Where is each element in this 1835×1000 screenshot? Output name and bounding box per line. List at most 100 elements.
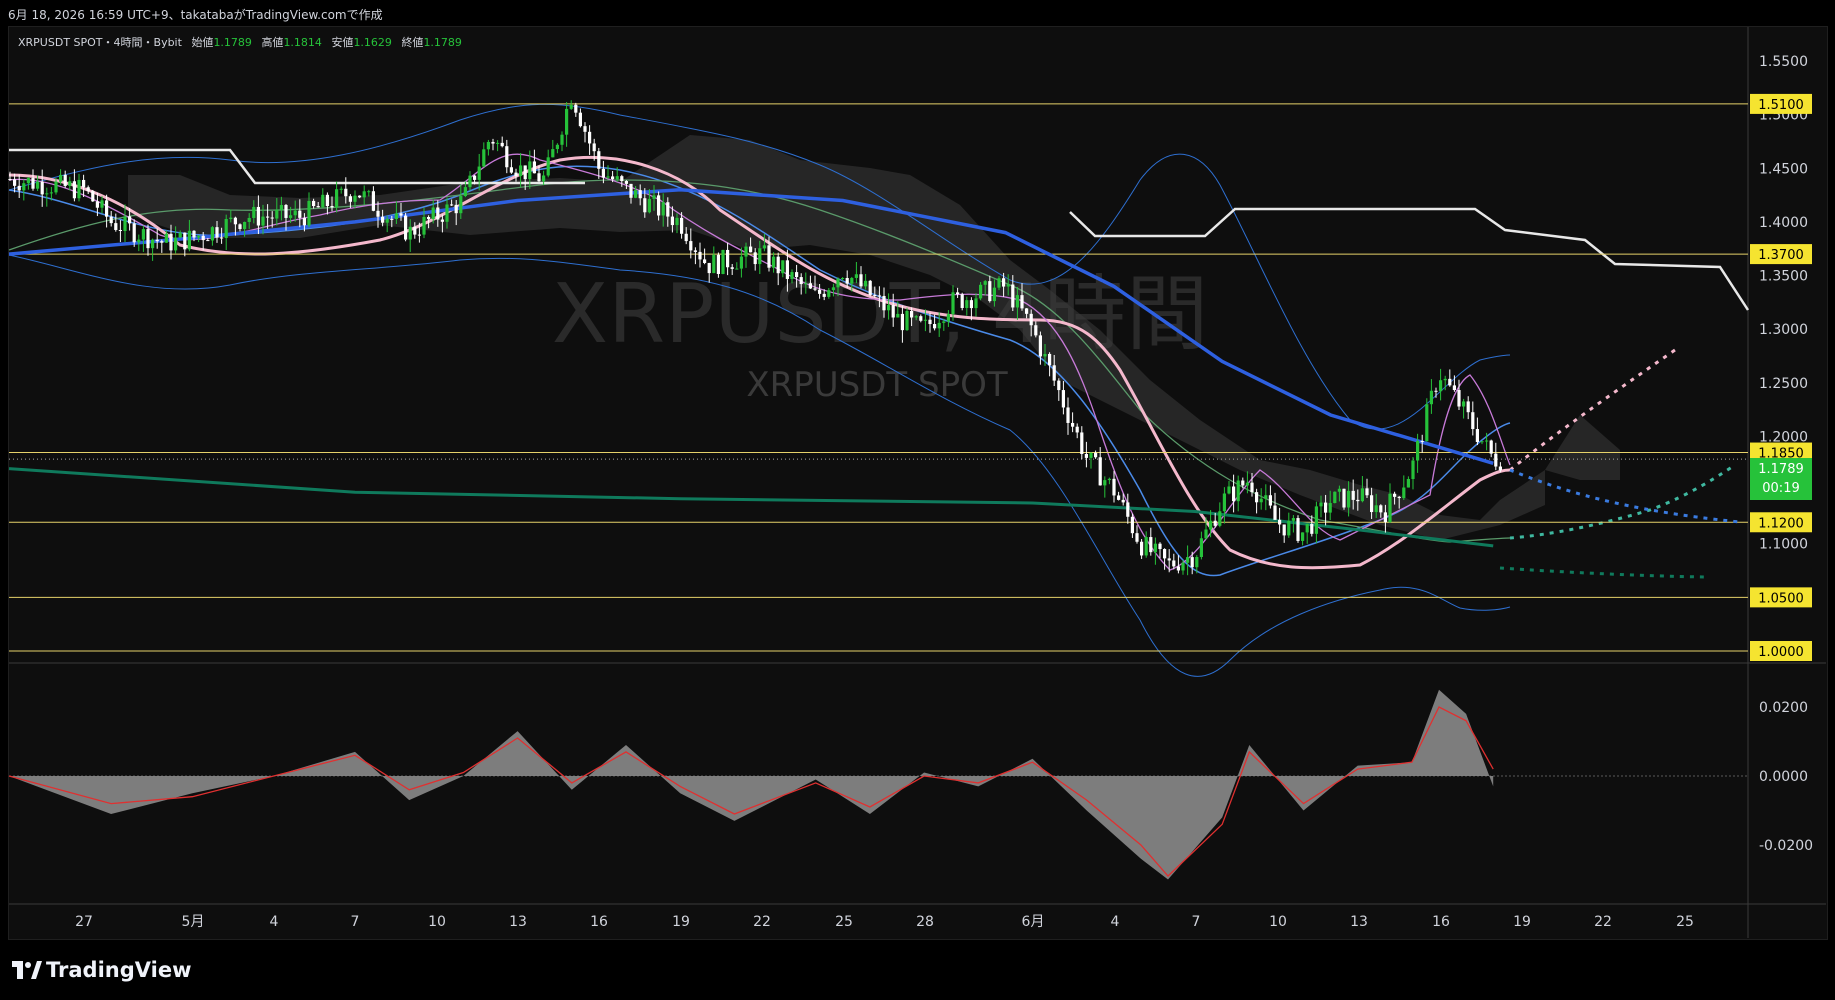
candle-body <box>220 237 224 239</box>
oscillator-axis[interactable]: 0.0200 0.0000 -0.0200 <box>1759 700 1813 854</box>
candle-body <box>1388 493 1392 523</box>
candle-body <box>1273 505 1277 520</box>
candle-body <box>680 217 684 234</box>
candle-body <box>1084 454 1088 458</box>
candle-body <box>1351 490 1355 500</box>
price-chart[interactable]: XRPUSDT, 4時間 XRPUSDT SPOT 1.55001.50001.… <box>0 0 1835 1000</box>
candle-body <box>1383 512 1387 523</box>
candle-body <box>1227 486 1231 494</box>
candle-body <box>698 251 702 260</box>
candle-body <box>790 272 794 279</box>
candle-body <box>141 229 145 240</box>
candle-body <box>565 108 569 135</box>
candle-body <box>689 241 693 251</box>
candle-body <box>178 232 182 238</box>
candle-body <box>933 324 937 329</box>
legend-open: 1.1789 <box>213 36 252 49</box>
candle-body <box>91 191 95 202</box>
candle-body <box>63 174 67 186</box>
candle-body <box>45 193 49 195</box>
candle-body <box>827 290 831 297</box>
candle-body <box>500 142 504 147</box>
candle-body <box>224 218 228 239</box>
candle-body <box>146 229 150 249</box>
candle-body <box>390 218 394 220</box>
candle-body <box>1126 502 1130 517</box>
candle-body <box>440 219 444 222</box>
candle-body <box>114 223 118 230</box>
candle-body <box>923 319 927 321</box>
candle-body <box>353 195 357 202</box>
candle-body <box>1333 491 1337 504</box>
time-tick: 7 <box>351 914 360 930</box>
candle-body <box>1393 493 1397 497</box>
candle-body <box>348 196 352 202</box>
candle-body <box>284 204 288 218</box>
ichimoku-cloud-future <box>1545 415 1620 480</box>
time-axis[interactable]: 27 5月 4 7 10 13 16 19 22 25 28 6月 4 7 10 13 16 19 22 25 <box>75 914 1694 930</box>
time-tick: 25 <box>1676 914 1694 930</box>
time-tick: 28 <box>916 914 934 930</box>
candle-body <box>578 112 582 127</box>
candle-body <box>546 157 550 176</box>
candle-body <box>1034 325 1038 336</box>
candle-body <box>868 280 872 295</box>
candle-body <box>128 216 132 224</box>
candle-body <box>836 278 840 288</box>
candle-body <box>1002 278 1006 287</box>
level-tag-5: 1.0000 <box>1758 645 1804 660</box>
candle-body <box>1218 511 1222 526</box>
candle-body <box>1204 529 1208 539</box>
level-tag-1: 1.3700 <box>1758 248 1804 263</box>
candle-body <box>873 294 877 296</box>
candle-body <box>371 191 375 211</box>
candle-body <box>1305 523 1309 533</box>
candle-body <box>1282 524 1286 536</box>
candle-body <box>385 218 389 223</box>
candle-body <box>703 259 707 263</box>
candle-body <box>1498 466 1502 471</box>
candle-body <box>279 204 283 210</box>
candle-body <box>652 195 656 199</box>
candle-body <box>174 237 178 251</box>
price-tick: 1.2500 <box>1759 376 1808 392</box>
candle-body <box>528 161 532 180</box>
candle-body <box>1121 499 1125 503</box>
candle-body <box>1245 482 1249 486</box>
candle-body <box>1089 452 1093 458</box>
candle-body <box>206 240 210 242</box>
candle-body <box>427 217 431 220</box>
price-tick: 1.4500 <box>1759 161 1808 177</box>
candle-body <box>330 206 334 208</box>
candle-body <box>1278 519 1282 525</box>
time-tick: 13 <box>509 914 527 930</box>
candle-body <box>864 280 868 287</box>
candle-body <box>1029 313 1033 326</box>
candle-body <box>436 207 440 220</box>
candle-body <box>762 245 766 249</box>
candle-body <box>1241 480 1245 486</box>
candle-body <box>1149 537 1153 553</box>
price-tick: 1.4000 <box>1759 215 1808 231</box>
candle-body <box>362 191 366 198</box>
candle-body <box>588 131 592 144</box>
level-tag-0: 1.5100 <box>1758 98 1804 113</box>
level-tag-4: 1.0500 <box>1758 591 1804 606</box>
candle-body <box>919 316 923 321</box>
upper-baseline-past <box>9 148 585 185</box>
candle-body <box>183 232 187 250</box>
tradingview-logo-text: TradingView <box>46 958 192 982</box>
candle-body <box>992 287 996 302</box>
candle-body <box>661 202 665 216</box>
candle-body <box>123 216 127 232</box>
price-axis[interactable]: 1.55001.50001.45001.40001.35001.30001.25… <box>1759 54 1808 660</box>
candle-body <box>726 249 730 268</box>
candle-body <box>1250 482 1254 493</box>
candle-body <box>215 227 219 238</box>
time-tick: 16 <box>590 914 608 930</box>
candle-body <box>1259 498 1263 503</box>
candle-body <box>1420 441 1424 443</box>
candle-body <box>946 314 950 322</box>
candle-body <box>1457 390 1461 407</box>
osc-tick: 0.0000 <box>1759 769 1808 785</box>
